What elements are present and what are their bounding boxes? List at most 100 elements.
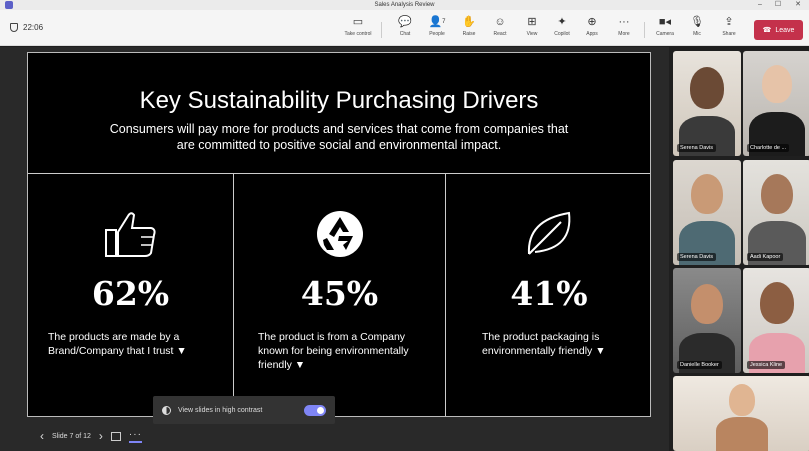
react-button[interactable]: ☺ React <box>485 14 515 42</box>
stat-description-line: known for being environmentally <box>258 345 409 357</box>
stat-description-line: The product is from a Company <box>258 331 406 343</box>
participant-tile[interactable]: Serena Davis <box>673 160 741 265</box>
maximize-icon[interactable]: ☐ <box>771 0 785 10</box>
participant-name: Serena Davis <box>677 144 717 152</box>
toggle-knob <box>317 406 324 414</box>
slide-subtitle: Consumers will pay more for products and… <box>109 122 569 152</box>
contrast-icon <box>162 405 171 415</box>
shield-icon <box>10 23 18 32</box>
participant-face <box>729 384 755 416</box>
title-bar: Sales Analysis Review – ☐ ✕ <box>0 0 809 10</box>
previous-slide-icon[interactable]: ‹ <box>40 429 44 443</box>
more-options-icon[interactable]: ··· <box>128 429 142 443</box>
take-control-button[interactable]: ▭ Take control <box>343 14 373 42</box>
high-contrast-toggle[interactable] <box>304 404 326 416</box>
participant-tile[interactable]: Serena Davis <box>673 51 741 156</box>
view-icon: ⊞ <box>527 16 537 28</box>
stat-description-line: environmentally friendly ▼ <box>482 345 606 357</box>
participant-body <box>716 417 768 451</box>
camera-label: Camera <box>656 31 674 37</box>
next-slide-icon[interactable]: › <box>99 429 103 443</box>
slide-title: Key Sustainability Purchasing Drivers <box>139 87 539 114</box>
mic-label: Mic <box>693 31 701 37</box>
participant-name: Jessica Kline <box>747 361 786 369</box>
presentation-stage: Key Sustainability Purchasing Drivers Co… <box>0 47 669 451</box>
chat-icon: 💬 <box>398 16 412 28</box>
stat-column: 45% The product is from a Company known … <box>234 174 445 416</box>
raise-hand-icon: ✋ <box>462 16 476 28</box>
take-control-label: Take control <box>344 31 372 37</box>
toolbar-divider <box>644 22 645 38</box>
stat-description: The product is from a Company known for … <box>258 330 409 372</box>
apps-label: Apps <box>586 31 598 37</box>
slide-grid-icon[interactable] <box>110 431 121 441</box>
stat-description-line: friendly ▼ <box>258 359 306 371</box>
slide-navigation: ‹ Slide 7 of 12 › ··· <box>40 428 142 444</box>
mic-button[interactable]: 🎙 Mic <box>682 14 712 42</box>
minimize-icon[interactable]: – <box>753 0 767 10</box>
leave-button[interactable]: ☎ Leave <box>754 20 803 40</box>
participant-tile[interactable]: Aadi Kapoor <box>743 160 809 265</box>
meeting-timer: 22:06 <box>10 23 43 32</box>
more-label: More <box>618 31 630 37</box>
raise-hand-button[interactable]: ✋ Raise <box>454 14 484 42</box>
people-count-badge: 7 <box>442 19 446 25</box>
slide-counter: Slide 7 of 12 <box>52 432 91 440</box>
thumbs-up-icon <box>28 208 233 264</box>
mic-icon: 🎙 <box>690 16 704 28</box>
stat-value: 41% <box>510 274 588 313</box>
participant-face <box>690 67 724 109</box>
participants-panel: Serena Davis Charlotte de ... Serena Dav… <box>669 47 809 451</box>
stat-value: 45% <box>300 274 379 313</box>
people-icon: 👤7 <box>428 16 446 28</box>
apps-button[interactable]: ⊕ Apps <box>577 14 607 42</box>
stat-column: 62% The products are made by a Brand/Com… <box>28 174 233 416</box>
share-icon: ⇪ <box>724 16 734 28</box>
take-control-icon: ▭ <box>352 16 364 28</box>
raise-label: Raise <box>462 31 476 37</box>
stat-description-line: The product packaging is <box>482 331 600 343</box>
stat-description-line: The products are made by a <box>48 331 180 343</box>
participant-face <box>691 174 723 214</box>
stat-description: The product packaging is environmentally… <box>482 330 606 358</box>
more-icon: ··· <box>618 16 630 28</box>
camera-button[interactable]: ■◂ Camera <box>650 14 680 42</box>
copilot-label: Copilot <box>554 31 570 37</box>
toolbar-divider <box>381 22 382 38</box>
react-label: React <box>493 31 507 37</box>
share-button[interactable]: ⇪ Share <box>714 14 744 42</box>
apps-icon: ⊕ <box>587 16 597 28</box>
people-label: People <box>429 31 445 37</box>
view-button[interactable]: ⊞ View <box>517 14 547 42</box>
participant-face <box>760 282 794 324</box>
stat-description-line: Brand/Company that I trust ▼ <box>48 345 187 357</box>
window-title: Sales Analysis Review <box>374 2 435 8</box>
participant-name: Serena Davis <box>677 253 717 261</box>
high-contrast-label: View slides in high contrast <box>178 406 263 414</box>
participant-face <box>762 65 792 103</box>
camera-icon: ■◂ <box>658 16 672 28</box>
participant-tile[interactable] <box>673 376 809 451</box>
stat-column: 41% The product packaging is environment… <box>446 174 650 416</box>
people-button[interactable]: 👤7 People <box>422 14 452 42</box>
shared-slide: Key Sustainability Purchasing Drivers Co… <box>27 52 651 417</box>
participant-name: Aadi Kapoor <box>747 253 784 261</box>
meeting-toolbar: 22:06 ▭ Take control 💬 Chat 👤7 People ✋ … <box>0 10 809 46</box>
stat-description: The products are made by a Brand/Company… <box>48 330 187 358</box>
participant-face <box>761 174 793 214</box>
participant-tile[interactable]: Jessica Kline <box>743 268 809 373</box>
chat-button[interactable]: 💬 Chat <box>390 14 420 42</box>
recycle-icon <box>234 208 445 264</box>
high-contrast-bar: View slides in high contrast <box>153 396 335 424</box>
leave-label: Leave <box>775 26 795 34</box>
more-button[interactable]: ··· More <box>609 14 639 42</box>
participant-tile[interactable]: Danielle Booker <box>673 268 741 373</box>
react-icon: ☺ <box>494 16 506 28</box>
participant-name: Charlotte de ... <box>747 144 790 152</box>
copilot-icon: ✦ <box>557 16 567 28</box>
participant-tile[interactable]: Charlotte de ... <box>743 51 809 156</box>
close-icon[interactable]: ✕ <box>791 0 805 10</box>
timer-text: 22:06 <box>23 23 44 32</box>
copilot-button[interactable]: ✦ Copilot <box>547 14 577 42</box>
share-label: Share <box>722 31 736 37</box>
